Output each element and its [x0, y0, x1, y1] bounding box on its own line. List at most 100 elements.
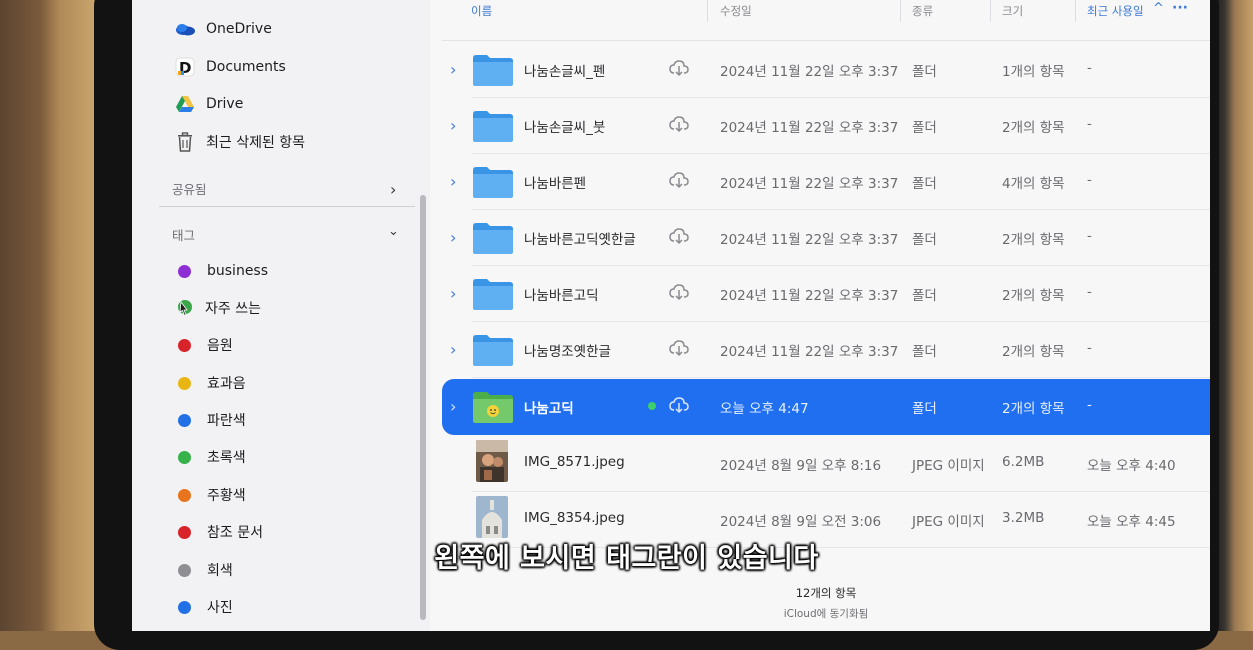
disclosure-chevron-icon[interactable]: ›: [450, 60, 456, 79]
documents-app-icon: D: [174, 56, 196, 78]
sidebar-divider: [159, 206, 415, 207]
column-header-name[interactable]: 이름: [471, 3, 492, 19]
row-divider: [472, 377, 1210, 378]
favorite-tag-icon: [176, 297, 194, 319]
file-modified-date: 2024년 11월 22일 오후 3:37: [720, 288, 899, 304]
disclosure-chevron-icon[interactable]: ›: [450, 340, 456, 359]
tag-color-dot: [178, 376, 191, 390]
column-header-modified[interactable]: 수정일: [720, 3, 752, 19]
more-options-icon[interactable]: ···: [1172, 0, 1188, 16]
file-name: 나눔손글씨_펜: [524, 64, 606, 80]
file-row-selected[interactable]: › 나눔고딕 오늘 오후 4:47 폴더 2개의 항목 -: [442, 379, 1210, 435]
sidebar-item-recently-deleted[interactable]: 최근 삭제된 항목: [174, 127, 305, 157]
file-size: 2개의 항목: [1002, 232, 1065, 248]
chevron-right-icon[interactable]: ›: [390, 180, 396, 199]
file-row[interactable]: › 나눔손글씨_붓 2024년 11월 22일 오후 3:37 폴더 2개의 항…: [442, 98, 1210, 154]
shared-section-header[interactable]: 공유됨: [172, 179, 207, 198]
file-name: 나눔명조옛한글: [524, 344, 611, 360]
tag-color-dot: [178, 338, 191, 352]
file-row[interactable]: › 나눔손글씨_펜 2024년 11월 22일 오후 3:37 폴더 1개의 항…: [442, 42, 1210, 98]
file-name: 나눔손글씨_붓: [524, 120, 606, 136]
folder-icon: [473, 167, 513, 198]
sidebar-item-onedrive[interactable]: OneDrive: [174, 14, 272, 44]
column-header-recent[interactable]: 최근 사용일: [1087, 3, 1144, 19]
tag-label: 사진: [207, 600, 233, 616]
file-row[interactable]: › 나눔바른고딕옛한글 2024년 11월 22일 오후 3:37 폴더 2개의…: [442, 210, 1210, 266]
file-kind: 폴더: [912, 232, 937, 248]
file-size: 3.2MB: [1002, 510, 1045, 526]
file-modified-date: 2024년 11월 22일 오후 3:37: [720, 232, 899, 248]
chevron-down-icon[interactable]: ⌄: [388, 224, 399, 239]
folder-icon: [473, 111, 513, 142]
disclosure-chevron-icon[interactable]: ›: [450, 116, 456, 135]
file-recent: -: [1087, 60, 1092, 76]
tag-color-dot: [178, 450, 191, 464]
file-modified-date: 2024년 11월 22일 오후 3:37: [720, 120, 899, 136]
icloud-download-icon[interactable]: [668, 394, 690, 416]
disclosure-chevron-icon[interactable]: ›: [450, 284, 456, 303]
file-size: 4개의 항목: [1002, 176, 1065, 192]
sidebar-tag-photos[interactable]: 사진: [174, 592, 233, 622]
disclosure-chevron-icon[interactable]: ›: [450, 397, 456, 416]
file-size: 6.2MB: [1002, 454, 1045, 470]
file-size: 2개의 항목: [1002, 401, 1065, 417]
file-kind: 폴더: [912, 401, 937, 417]
sidebar-tag-music[interactable]: 음원: [174, 330, 233, 360]
tag-label: 효과음: [207, 376, 246, 392]
sort-ascending-icon[interactable]: ^: [1153, 1, 1164, 16]
disclosure-chevron-icon[interactable]: ›: [450, 228, 456, 247]
sync-status: iCloud에 동기화됨: [783, 608, 869, 620]
tags-section-header[interactable]: 태그: [172, 225, 195, 244]
icloud-download-icon[interactable]: [668, 337, 690, 359]
column-separator: [1075, 0, 1076, 22]
file-recent: 오늘 오후 4:40: [1087, 458, 1176, 474]
sidebar-item-drive[interactable]: Drive: [174, 89, 243, 119]
file-recent: -: [1087, 228, 1092, 244]
file-kind: 폴더: [912, 120, 937, 136]
column-header-kind[interactable]: 종류: [912, 3, 933, 19]
file-row[interactable]: › 나눔바른고딕 2024년 11월 22일 오후 3:37 폴더 2개의 항목…: [442, 266, 1210, 322]
onedrive-icon: [174, 18, 196, 40]
sidebar-tag-sound-effects[interactable]: 효과음: [174, 368, 246, 398]
file-modified-date: 2024년 8월 9일 오후 8:16: [720, 458, 882, 474]
icloud-download-icon[interactable]: [668, 281, 690, 303]
file-row[interactable]: › 나눔바른펜 2024년 11월 22일 오후 3:37 폴더 4개의 항목 …: [442, 154, 1210, 210]
icloud-download-icon[interactable]: [668, 57, 690, 79]
file-row[interactable]: › 나눔명조옛한글 2024년 11월 22일 오후 3:37 폴더 2개의 항…: [442, 322, 1210, 378]
tag-label: 자주 쓰는: [205, 301, 261, 317]
sidebar-tag-business[interactable]: business: [174, 256, 268, 286]
sidebar-item-documents[interactable]: D Documents: [174, 52, 286, 82]
sidebar-tag-blue[interactable]: 파란색: [174, 405, 246, 435]
icloud-download-icon[interactable]: [668, 169, 690, 191]
sidebar-tag-favorites[interactable]: 자주 쓰는: [174, 293, 261, 323]
sidebar-tag-orange[interactable]: 주황색: [174, 480, 246, 510]
tag-color-dot: [178, 600, 191, 614]
file-kind: JPEG 이미지: [912, 514, 985, 530]
sidebar-item-label: 최근 삭제된 항목: [206, 135, 306, 151]
column-header-size[interactable]: 크기: [1002, 3, 1023, 19]
file-name: IMG_8571.jpeg: [524, 454, 625, 470]
icloud-download-icon[interactable]: [668, 113, 690, 135]
sidebar-item-label: Drive: [206, 96, 244, 112]
file-recent: 오늘 오후 4:45: [1087, 514, 1176, 530]
folder-icon: [473, 223, 513, 254]
file-name: 나눔고딕: [524, 401, 574, 417]
sidebar-tag-green[interactable]: 초록색: [174, 442, 246, 472]
folder-icon: [473, 55, 513, 86]
file-modified-date: 2024년 11월 22일 오후 3:37: [720, 344, 899, 360]
disclosure-chevron-icon[interactable]: ›: [450, 172, 456, 191]
file-name: 나눔바른고딕: [524, 288, 599, 304]
file-kind: 폴더: [912, 64, 937, 80]
tag-label: 초록색: [207, 450, 246, 466]
file-recent: -: [1087, 397, 1092, 413]
file-size: 2개의 항목: [1002, 344, 1065, 360]
icloud-download-icon[interactable]: [668, 225, 690, 247]
tag-color-dot: [178, 413, 191, 427]
file-kind: 폴더: [912, 344, 937, 360]
file-kind: JPEG 이미지: [912, 458, 985, 474]
tag-label: 파란색: [207, 413, 246, 429]
folder-icon: [473, 335, 513, 366]
file-recent: -: [1087, 340, 1092, 356]
file-name: IMG_8354.jpeg: [524, 510, 625, 526]
file-row[interactable]: IMG_8571.jpeg 2024년 8월 9일 오후 8:16 JPEG 이…: [442, 436, 1210, 492]
